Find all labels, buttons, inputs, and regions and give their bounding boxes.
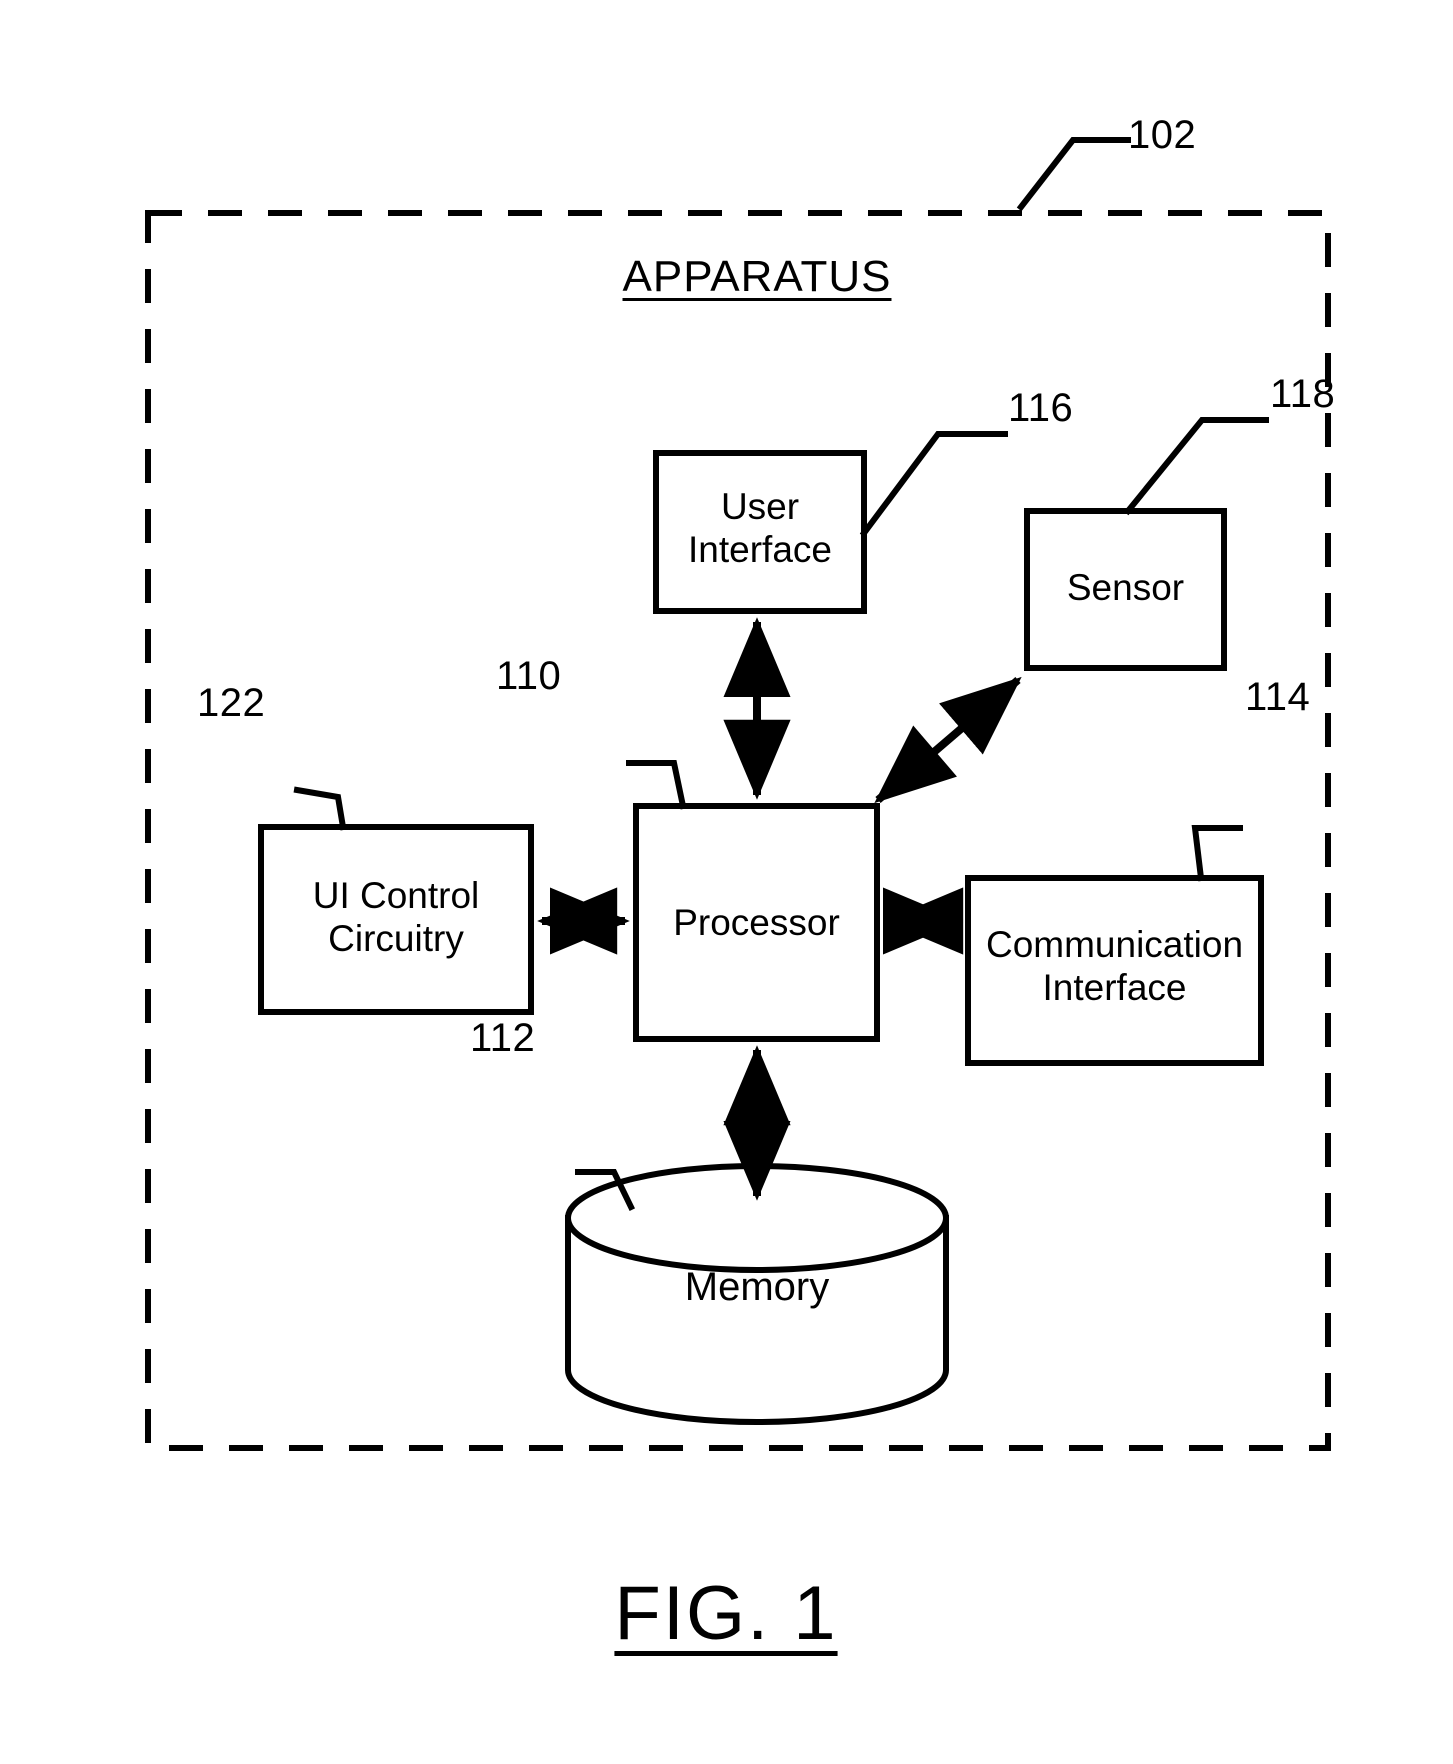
processor-label: Processor bbox=[673, 902, 840, 943]
patent-figure: 102 APPARATUS User Interface 116 Sensor 1… bbox=[0, 0, 1453, 1764]
leader-line-112 bbox=[575, 1169, 636, 1212]
ref-number-112: 112 bbox=[470, 1016, 536, 1060]
apparatus-boundary bbox=[145, 210, 1331, 1451]
figure-caption: FIG. 1 bbox=[614, 1571, 838, 1656]
leader-line-118 bbox=[1123, 417, 1269, 516]
ref-number-114: 114 bbox=[1245, 675, 1311, 719]
leader-line-102 bbox=[1016, 137, 1131, 212]
memory-cylinder-body bbox=[565, 1215, 949, 1425]
apparatus-title: APPARATUS bbox=[622, 252, 892, 301]
ref-number-116: 116 bbox=[1008, 386, 1074, 430]
leader-line-110 bbox=[626, 760, 687, 810]
arrow-processor-sensor bbox=[874, 676, 1022, 804]
sensor-label: Sensor bbox=[1066, 567, 1185, 608]
memory-cylinder-top bbox=[565, 1163, 949, 1273]
ui-control-circuitry-label: UI Control Circuitry bbox=[312, 875, 480, 959]
leader-line-122 bbox=[293, 786, 347, 831]
ref-number-122: 122 bbox=[197, 681, 266, 725]
leader-line-114 bbox=[1191, 825, 1243, 882]
ref-number-110: 110 bbox=[496, 654, 562, 698]
leader-line-116 bbox=[859, 431, 1008, 538]
communication-interface-label: Communication Interface bbox=[985, 924, 1244, 1008]
user-interface-label: User Interface bbox=[688, 486, 832, 570]
ref-number-118: 118 bbox=[1270, 372, 1336, 416]
ref-number-102: 102 bbox=[1128, 113, 1197, 157]
memory-label: Memory bbox=[684, 1265, 830, 1309]
